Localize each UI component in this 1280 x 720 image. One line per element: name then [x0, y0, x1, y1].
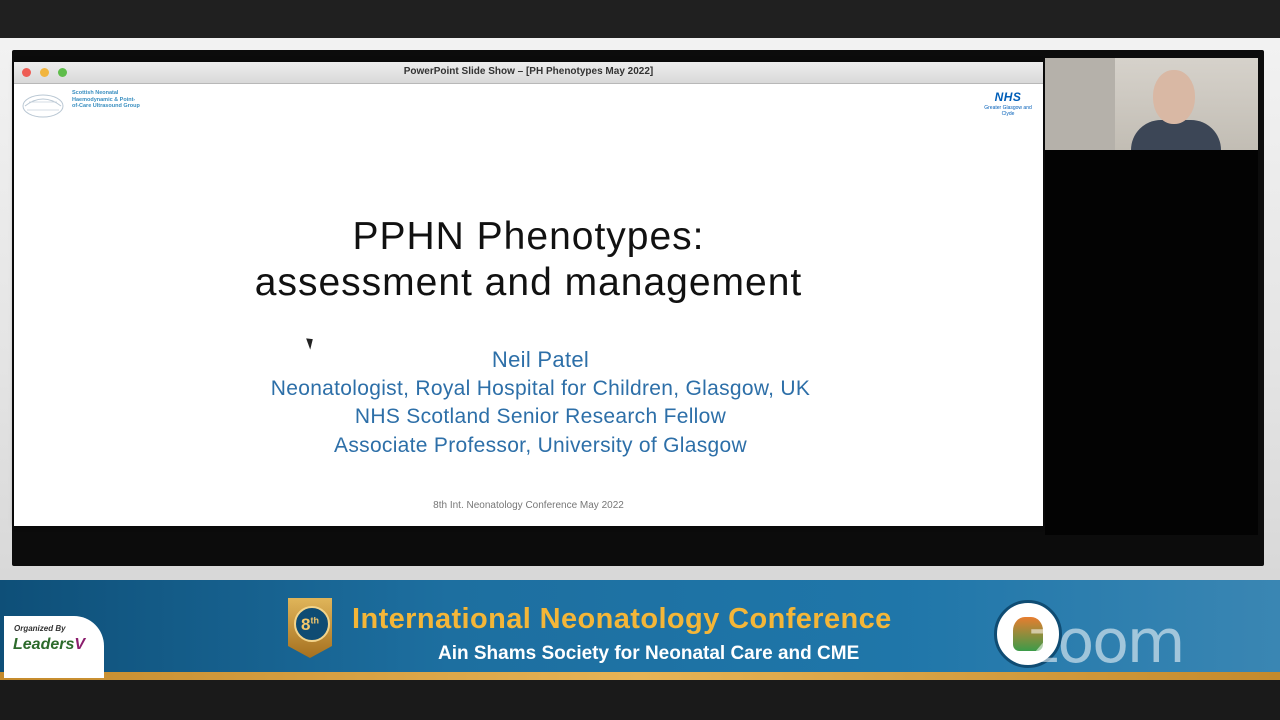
organizer-mark: V [74, 636, 86, 653]
speaker-body [1131, 120, 1221, 150]
presenter-name: Neil Patel [491, 347, 590, 372]
presenter-role-1: Neonatologist, Royal Hospital for Childr… [270, 376, 811, 400]
slide-title-line-2: assessment and management [254, 261, 803, 304]
window-titlebar: PowerPoint Slide Show – [PH Phenotypes M… [14, 62, 1043, 84]
speaker-video-tile[interactable] [1045, 58, 1258, 150]
badge-number-suffix: th [310, 615, 319, 626]
bottom-black-bar [0, 680, 1280, 720]
organizer-name: LeadersV [13, 636, 85, 654]
badge-number: 8th [288, 615, 332, 635]
conference-subtitle: Ain Shams Society for Neonatal Care and … [438, 643, 860, 664]
slideshow-window: PowerPoint Slide Show – [PH Phenotypes M… [14, 62, 1043, 526]
edition-badge: 8th [288, 598, 332, 658]
slide-footer: 8th Int. Neonatology Conference May 2022 [433, 500, 624, 511]
society-logo: Scottish Neonatal Haemodynamic & Point-o… [20, 90, 140, 120]
conference-title: International Neonatology Conference [352, 603, 892, 635]
organizer-name-text: Leaders [13, 636, 75, 653]
video-background [1045, 58, 1115, 150]
nhs-logo: NHS Greater Glasgow and Clyde [978, 88, 1038, 128]
organized-by-label: Organized By [14, 624, 66, 633]
presenter-block: Neil Patel Neonatologist, Royal Hospital… [14, 346, 1067, 460]
slide-canvas[interactable]: Scottish Neonatal Haemodynamic & Point-o… [14, 84, 1043, 526]
nhs-logo-subtitle: Greater Glasgow and Clyde [984, 105, 1032, 117]
organizer-logo: Organized By LeadersV [4, 616, 104, 678]
slide-title-line-1: PPHN Phenotypes: [352, 215, 705, 258]
top-black-bar [0, 0, 1280, 38]
zoom-watermark: zoom [1028, 607, 1185, 677]
window-title: PowerPoint Slide Show – [PH Phenotypes M… [403, 66, 654, 77]
slide-title: PPHN Phenotypes: assessment and manageme… [14, 214, 1043, 306]
presenter-role-3: Associate Professor, University of Glasg… [334, 433, 747, 457]
presenter-role-2: NHS Scotland Senior Research Fellow [354, 405, 727, 428]
globe-logo-icon [22, 94, 64, 118]
society-logo-text: Scottish Neonatal Haemodynamic & Point-o… [72, 90, 140, 109]
nhs-logo-mark: NHS [994, 90, 1022, 104]
video-panel-empty [1045, 150, 1258, 535]
speaker-head [1153, 70, 1195, 124]
